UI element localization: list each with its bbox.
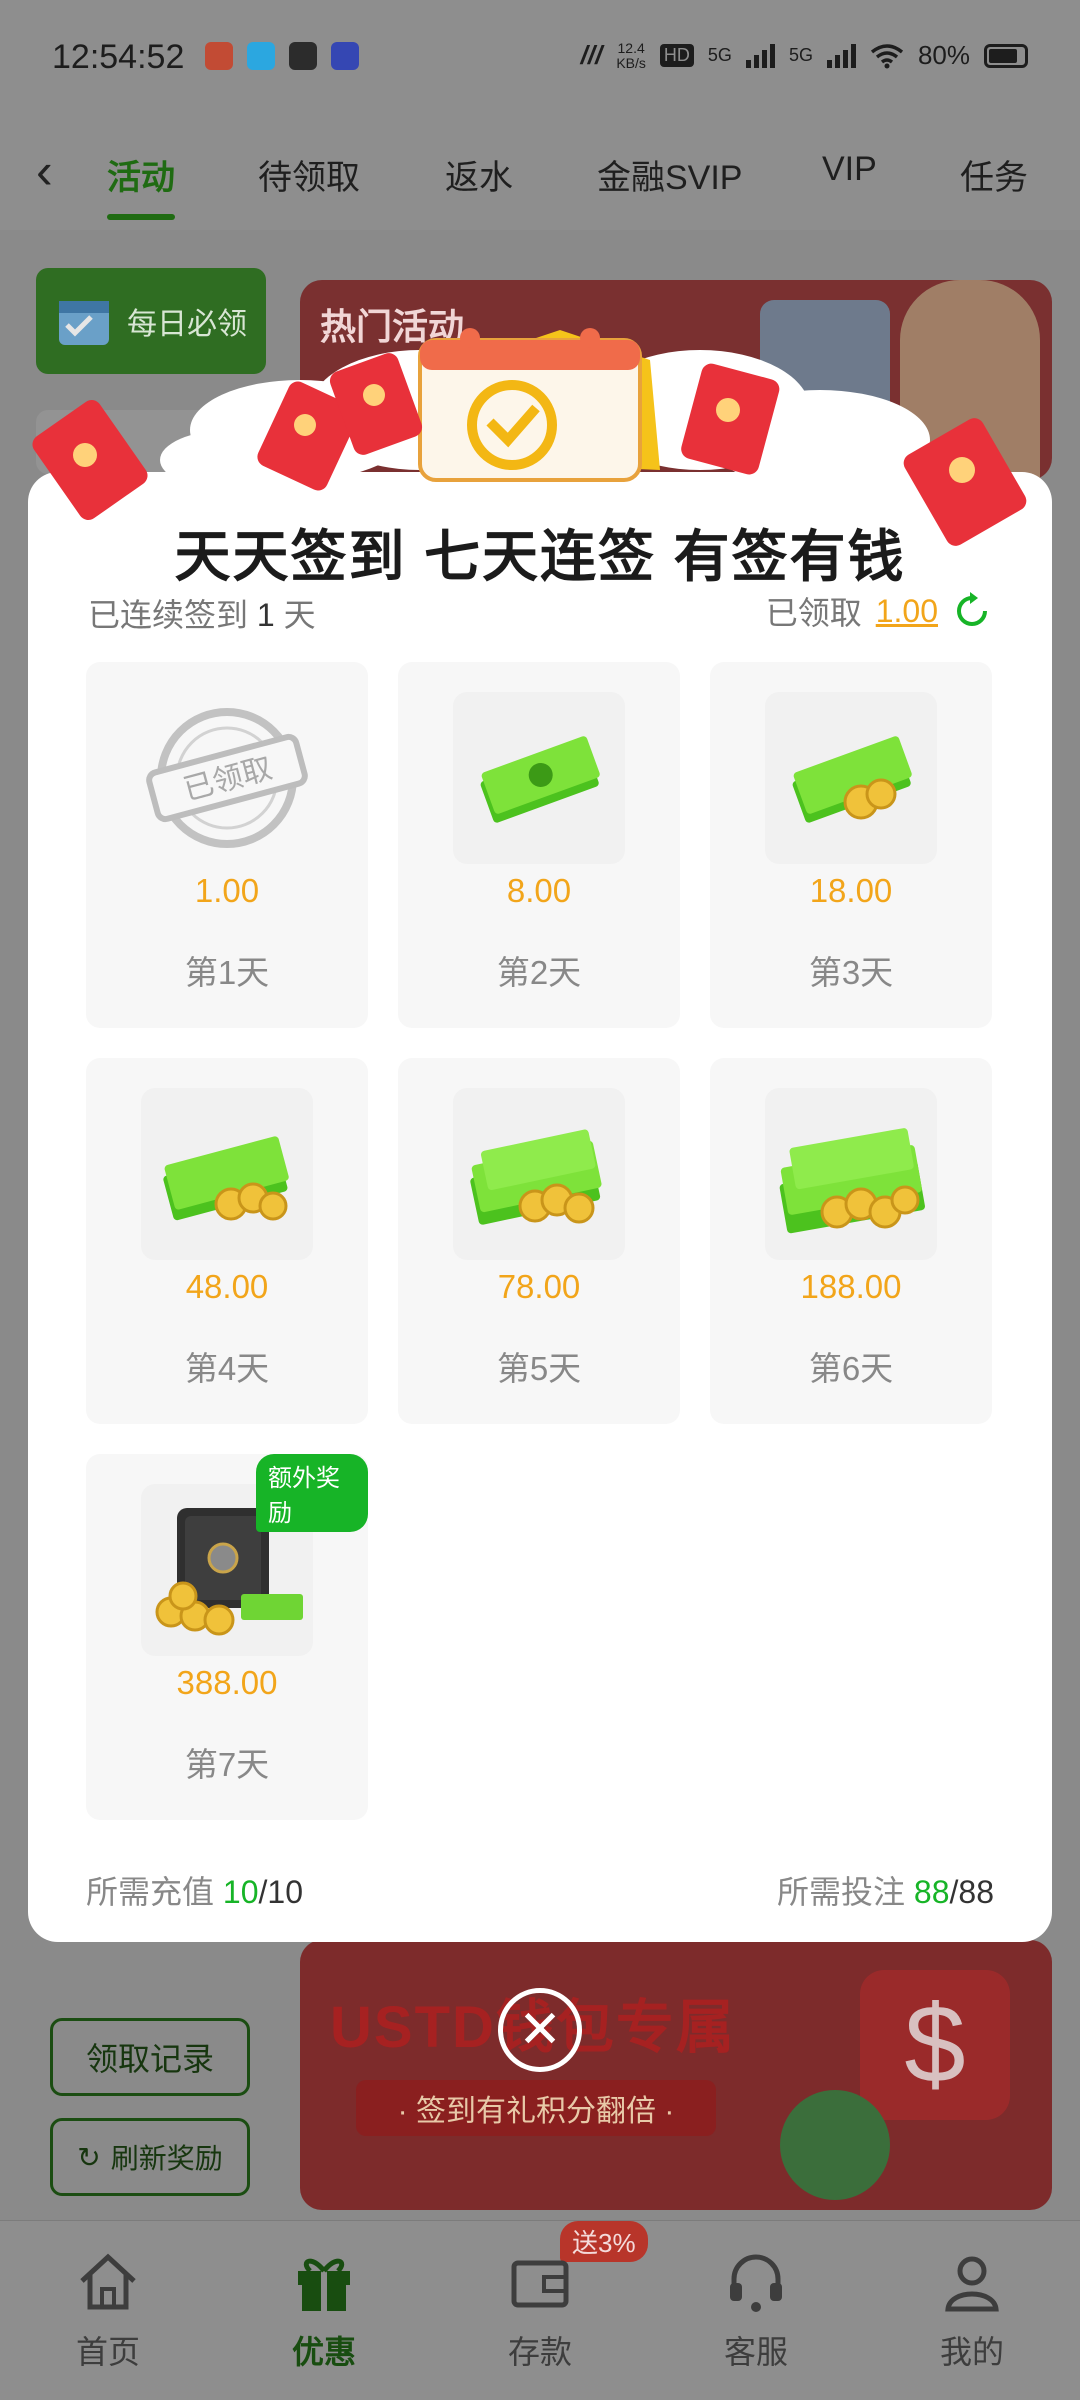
nav-deposit[interactable]: 存款: [470, 2251, 610, 2373]
nav-promotions[interactable]: 优惠: [254, 2251, 394, 2373]
calendar-icon: [59, 301, 109, 345]
tab-rebate[interactable]: 返水: [445, 150, 513, 199]
headset-icon: [730, 2254, 782, 2312]
tether-coin-icon: [780, 2090, 890, 2200]
signal-icon: [745, 43, 775, 68]
day-card[interactable]: 78.00 第5天: [398, 1058, 680, 1424]
clock: 12:54:52: [52, 38, 185, 76]
net-speed: 12.4 KB/s: [616, 39, 646, 71]
nfc-icon: ///: [580, 40, 603, 70]
tab-pending[interactable]: 待领取: [258, 150, 360, 199]
refresh-icon[interactable]: [952, 591, 992, 631]
user-icon: [945, 2256, 999, 2312]
vivo-notification-icon: [289, 42, 317, 70]
day-card[interactable]: 48.00 第4天: [86, 1058, 368, 1424]
tab-vip[interactable]: VIP: [822, 150, 877, 189]
cash-coins-icon: [141, 1088, 313, 1260]
streak-info: 已连续签到 1 天: [88, 597, 316, 633]
status-bar: 12:54:52 /// 12.4 KB/s HD 5G 5G 80%: [0, 0, 1080, 120]
day-card[interactable]: 18.00 第3天: [710, 662, 992, 1028]
modal-title: 天天签到 七天连签 有签有钱: [174, 525, 906, 588]
side-menu-item[interactable]: [36, 410, 266, 474]
nav-profile[interactable]: 我的: [902, 2251, 1042, 2373]
slot-machine-image: [760, 300, 890, 470]
dollar-icon: $: [860, 1970, 1010, 2120]
gift-icon: [298, 2258, 350, 2311]
cash-stack-icon: [453, 692, 625, 864]
refresh-icon: ↻: [77, 2141, 101, 2173]
cash-coins-icon: [453, 1088, 625, 1260]
battery-icon: [984, 43, 1028, 68]
bonus-reward-badge: 额外奖励: [256, 1454, 368, 1532]
tab-activity[interactable]: 活动: [107, 150, 175, 220]
day-card[interactable]: 188.00 第6天: [710, 1058, 992, 1424]
app-notification-icon: [205, 42, 233, 70]
notification-icons: [205, 42, 359, 70]
tab-tasks[interactable]: 任务: [960, 150, 1028, 199]
net-label-1: 5G: [707, 45, 732, 65]
tab-finance-svip[interactable]: 金融SVIP: [597, 150, 742, 199]
signin-modal: 天天签到 七天连签 有签有钱 已连续签到 1 天 已领取 1.00 已领取 1.…: [28, 472, 1052, 1942]
ustd-wallet-banner[interactable]: USTD钱包专属 · 签到有礼积分翻倍 · $: [300, 1940, 1052, 2210]
back-arrow-icon[interactable]: ‹: [36, 142, 53, 200]
close-modal-button[interactable]: ✕: [498, 1988, 582, 2072]
claimed-total: 已领取 1.00: [766, 588, 992, 634]
home-icon: [80, 2253, 136, 2310]
status-right: /// 12.4 KB/s HD 5G 5G 80%: [581, 40, 1028, 71]
battery-percent: 80%: [917, 40, 970, 70]
day-card[interactable]: 额外奖励 388.00 第7天: [86, 1454, 368, 1820]
bottom-nav: 首页 优惠 送3% 存款 客服 我的: [0, 2220, 1080, 2400]
wifi-icon: [870, 43, 904, 68]
nav-support[interactable]: 客服: [686, 2251, 826, 2373]
claimed-amount-link[interactable]: 1.00: [876, 593, 938, 630]
deposit-requirement: 所需充值 10/10: [86, 1874, 303, 1910]
cash-pile-icon: [765, 1088, 937, 1260]
daily-button[interactable]: 每日必领: [36, 268, 266, 374]
refresh-rewards-button[interactable]: ↻ 刷新奖励: [50, 2118, 250, 2196]
sticker-notification-icon: [331, 42, 359, 70]
bet-requirement: 所需投注 88/88: [777, 1874, 994, 1910]
hd-icon: HD: [659, 44, 694, 67]
signal-icon-2: [826, 43, 856, 68]
cash-coins-icon: [765, 692, 937, 864]
day-card[interactable]: 已领取 1.00 第1天: [86, 662, 368, 1028]
nav-home[interactable]: 首页: [38, 2251, 178, 2373]
day-card[interactable]: 8.00 第2天: [398, 662, 680, 1028]
net-label-2: 5G: [788, 45, 813, 65]
wallet-icon: [511, 2260, 569, 2308]
top-tab-bar: ‹ 活动 待领取 返水 金融SVIP VIP 任务: [0, 120, 1080, 230]
claim-records-button[interactable]: 领取记录: [50, 2018, 250, 2096]
streak-days: 1: [256, 597, 275, 633]
promo-model-image: [900, 280, 1040, 480]
chat-notification-icon: [247, 42, 275, 70]
hot-activity-banner[interactable]: 热门活动: [300, 280, 1052, 480]
